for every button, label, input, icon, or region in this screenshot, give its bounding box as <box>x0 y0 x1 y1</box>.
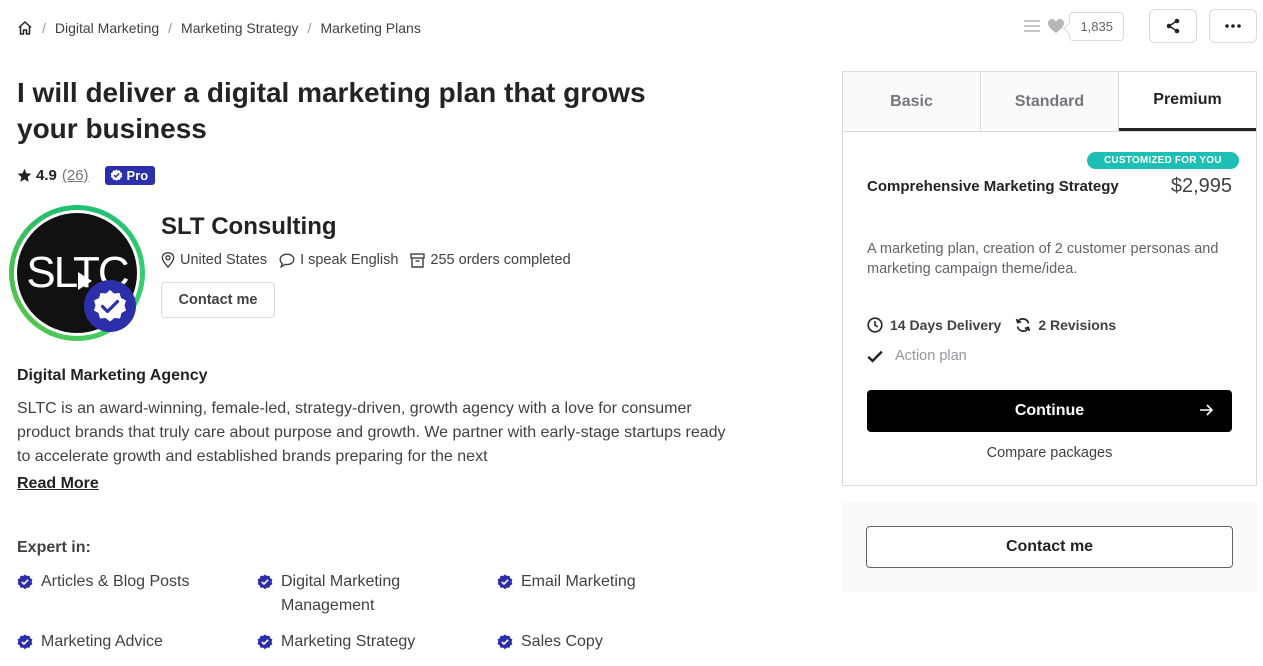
package-price: $2,995 <box>1170 175 1232 197</box>
expertise-label: Sales Copy <box>521 633 603 650</box>
about-description: SLTC is an award-winning, female-led, st… <box>17 400 726 465</box>
breadcrumb-separator: / <box>42 20 46 36</box>
more-icon <box>1225 24 1241 28</box>
breadcrumb-marketing-strategy[interactable]: Marketing Strategy <box>181 20 299 36</box>
more-button[interactable] <box>1209 9 1257 43</box>
expertise-label: Marketing Strategy <box>281 633 416 650</box>
seller-country: United States <box>180 252 268 268</box>
breadcrumb-digital-marketing[interactable]: Digital Marketing <box>55 20 159 36</box>
contact-me-button[interactable]: Contact me <box>161 282 275 318</box>
seller-meta: United States I speak English 255 orders… <box>161 252 583 268</box>
like-count: 1,835 <box>1069 11 1124 41</box>
verified-check-icon <box>497 634 513 650</box>
seller-orders-text: 255 orders completed <box>430 252 571 268</box>
verified-check-icon <box>17 574 33 590</box>
arrow-right-icon <box>1200 404 1214 416</box>
seller-orders: 255 orders completed <box>410 252 571 268</box>
expertise-item: Marketing Advice <box>17 630 237 654</box>
breadcrumb: / Digital Marketing / Marketing Strategy… <box>17 20 421 36</box>
heart-icon[interactable] <box>1047 18 1065 34</box>
verified-check-icon <box>257 574 273 590</box>
package-tabs: Basic Standard Premium <box>843 72 1256 132</box>
continue-label: Continue <box>1014 402 1085 419</box>
speech-bubble-icon <box>279 252 295 268</box>
pro-check-icon <box>110 169 122 181</box>
gig-title: I will deliver a digital marketing plan … <box>17 77 646 144</box>
tab-standard[interactable]: Standard <box>981 72 1119 131</box>
revisions-text: 2 Revisions <box>1038 317 1117 333</box>
expertise-label: Digital Marketing Management <box>281 573 401 614</box>
expertise-item: Digital Marketing Management <box>257 570 457 618</box>
compare-packages-link[interactable]: Compare packages <box>843 445 1256 461</box>
rating-score: 4.9 <box>36 167 57 184</box>
seller-language: I speak English <box>279 252 398 268</box>
expertise-label: Articles & Blog Posts <box>41 573 190 590</box>
package-features: 14 Days Delivery 2 Revisions <box>867 317 1130 333</box>
star-icon <box>17 168 32 182</box>
seller-location: United States <box>161 252 267 268</box>
seller-name[interactable]: SLT Consulting <box>161 213 337 241</box>
expertise-heading: Expert in: <box>17 539 91 556</box>
expertise-label: Marketing Advice <box>41 633 163 650</box>
check-icon <box>867 350 883 363</box>
about-heading: Digital Marketing Agency <box>17 367 208 384</box>
delivery-time: 14 Days Delivery <box>867 317 1001 333</box>
package-name: Comprehensive Marketing Strategy <box>867 178 1119 195</box>
expertise-item: Email Marketing <box>497 570 717 594</box>
continue-button[interactable]: Continue <box>867 390 1232 432</box>
verified-check-icon <box>17 634 33 650</box>
verified-badge-icon <box>84 280 136 332</box>
breadcrumb-separator: / <box>168 20 173 36</box>
breadcrumb-marketing-plans[interactable]: Marketing Plans <box>320 20 420 36</box>
breadcrumb-separator: / <box>307 20 312 36</box>
tab-basic[interactable]: Basic <box>843 72 981 131</box>
pro-badge: Pro <box>104 166 156 185</box>
seller-avatar[interactable]: SLTC <box>9 205 145 341</box>
box-icon <box>410 252 426 268</box>
tab-premium[interactable]: Premium <box>1119 72 1256 131</box>
verified-check-icon <box>257 634 273 650</box>
expertise-item: Articles & Blog Posts <box>17 570 237 594</box>
refresh-icon <box>1016 318 1031 332</box>
gig-actions: 1,835 <box>1023 9 1257 43</box>
pro-label: Pro <box>126 168 149 183</box>
share-button[interactable] <box>1149 9 1197 43</box>
collections-icon[interactable] <box>1023 18 1041 34</box>
expertise-item: Marketing Strategy <box>257 630 477 654</box>
expertise-label: Email Marketing <box>521 573 636 590</box>
verified-check-icon <box>497 574 513 590</box>
clock-icon <box>867 317 883 333</box>
customized-badge: CUSTOMIZED FOR YOU <box>1087 152 1239 169</box>
expertise-item: Sales Copy <box>497 630 717 654</box>
package-include-item: Action plan <box>867 348 967 364</box>
location-pin-icon <box>161 252 175 268</box>
share-icon <box>1166 18 1180 34</box>
review-count-link[interactable]: (26) <box>62 167 89 184</box>
include-label: Action plan <box>895 348 967 364</box>
revisions: 2 Revisions <box>1015 317 1116 333</box>
contact-me-large-button[interactable]: Contact me <box>866 526 1233 568</box>
package-description: A marketing plan, creation of 2 customer… <box>867 241 1219 277</box>
home-icon[interactable] <box>17 20 33 36</box>
seller-language-text: I speak English <box>300 252 399 268</box>
package-card: Basic Standard Premium CUSTOMIZED FOR YO… <box>842 71 1257 486</box>
rating-row: 4.9 (26) Pro <box>17 166 156 185</box>
read-more-link[interactable]: Read More <box>17 475 99 493</box>
delivery-text: 14 Days Delivery <box>890 317 1002 333</box>
contact-panel: Contact me <box>842 502 1257 592</box>
